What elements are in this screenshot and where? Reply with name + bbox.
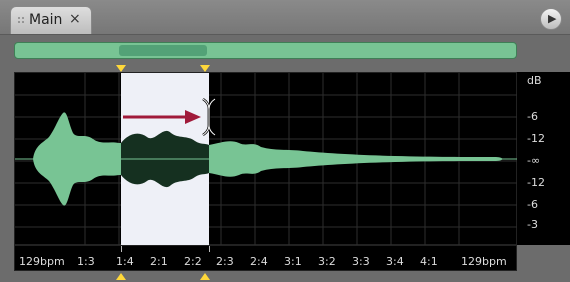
waveform-display[interactable]	[14, 72, 518, 246]
overview-bar[interactable]	[14, 42, 517, 59]
waveform-canvas[interactable]	[15, 73, 518, 246]
time-label: 3:2	[318, 255, 336, 268]
db-label: -12	[527, 132, 545, 145]
time-label: 3:1	[284, 255, 302, 268]
tab-label: Main	[29, 12, 63, 28]
db-label: -3	[527, 218, 538, 231]
tab-main[interactable]: Main ×	[10, 6, 92, 34]
db-label: -∞	[527, 154, 541, 167]
db-label: -12	[527, 176, 545, 189]
time-label: 3:4	[386, 255, 404, 268]
selection-end-marker-bottom[interactable]	[200, 273, 210, 280]
time-label: 129bpm	[19, 255, 65, 268]
time-ruler[interactable]: 129bpm 1:3 1:4 2:1 2:2 2:3 2:4 3:1 3:2 3…	[14, 245, 517, 271]
grip-icon	[18, 17, 24, 23]
selection-end-marker-top[interactable]	[200, 65, 210, 72]
selection-start-marker-top[interactable]	[116, 65, 126, 72]
time-label: 2:3	[216, 255, 234, 268]
editor-window: Main × ▶ dB -6 -12 -∞ -12 -6 -3 129bpm 1…	[0, 0, 570, 282]
db-label: dB	[527, 74, 542, 87]
time-label: 1:3	[77, 255, 95, 268]
db-label: -6	[527, 110, 538, 123]
time-label: 4:1	[420, 255, 438, 268]
time-label: 1:4	[116, 255, 134, 268]
overview-visible-range[interactable]	[119, 45, 207, 56]
time-label: 3:3	[352, 255, 370, 268]
time-label: 2:4	[250, 255, 268, 268]
tab-bar: Main × ▶	[0, 0, 570, 35]
time-label: 2:1	[150, 255, 168, 268]
db-scale: dB -6 -12 -∞ -12 -6 -3	[517, 72, 570, 245]
triangle-right-icon: ▶	[548, 12, 557, 25]
panel-menu-button[interactable]: ▶	[540, 8, 562, 30]
selection-start-marker-bottom[interactable]	[116, 273, 126, 280]
time-label: 129bpm	[461, 255, 507, 268]
time-label: 2:2	[184, 255, 202, 268]
close-icon[interactable]: ×	[69, 11, 81, 27]
db-label: -6	[527, 198, 538, 211]
